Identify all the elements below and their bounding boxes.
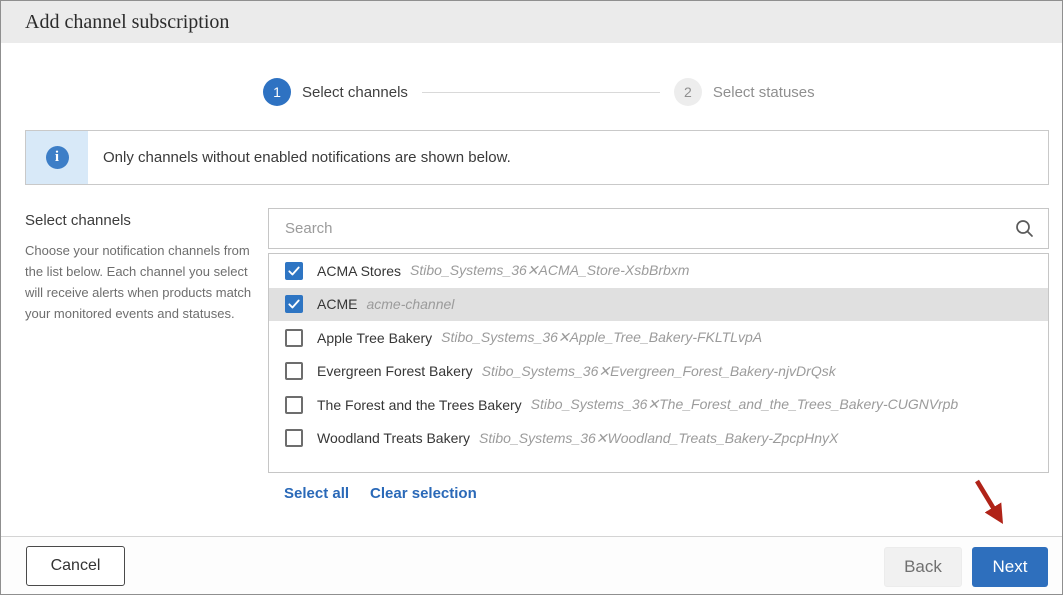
back-button[interactable]: Back bbox=[884, 547, 962, 587]
channel-checkbox[interactable] bbox=[285, 396, 303, 414]
select-all-link[interactable]: Select all bbox=[284, 485, 349, 502]
channel-name: ACMA Stores bbox=[317, 263, 401, 279]
channel-name: ACME bbox=[317, 296, 357, 312]
clear-selection-link[interactable]: Clear selection bbox=[370, 485, 477, 502]
step-1-label: Select channels bbox=[302, 84, 408, 101]
channel-name: Apple Tree Bakery bbox=[317, 330, 432, 346]
list-item[interactable]: Evergreen Forest Bakery Stibo_Systems_36✕… bbox=[269, 355, 1048, 389]
search-input[interactable] bbox=[269, 220, 1015, 237]
next-button[interactable]: Next bbox=[972, 547, 1048, 587]
list-actions: Select all Clear selection bbox=[284, 485, 477, 502]
list-item[interactable]: ACME acme-channel bbox=[269, 288, 1048, 322]
channel-name: Woodland Treats Bakery bbox=[317, 430, 470, 446]
channel-checkbox[interactable] bbox=[285, 262, 303, 280]
step-1-circle: 1 bbox=[263, 78, 291, 106]
channel-id: Stibo_Systems_36✕ACMA_Store-XsbBrbxm bbox=[410, 262, 689, 279]
sidebar-description: Choose your notification channels from t… bbox=[25, 240, 253, 324]
channel-name: The Forest and the Trees Bakery bbox=[317, 397, 522, 413]
list-item[interactable]: Woodland Treats Bakery Stibo_Systems_36✕W… bbox=[269, 422, 1048, 456]
sidebar: Select channels Choose your notification… bbox=[25, 212, 253, 324]
info-icon: i bbox=[46, 146, 69, 169]
list-item[interactable]: Apple Tree Bakery Stibo_Systems_36✕Apple_… bbox=[269, 321, 1048, 355]
info-banner: i Only channels without enabled notifica… bbox=[25, 130, 1049, 185]
channel-checkbox[interactable] bbox=[285, 429, 303, 447]
channel-checkbox[interactable] bbox=[285, 295, 303, 313]
channel-id: Stibo_Systems_36✕Apple_Tree_Bakery-FKLTL… bbox=[441, 329, 762, 346]
list-item[interactable]: The Forest and the Trees Bakery Stibo_Sys… bbox=[269, 388, 1048, 422]
channel-id: Stibo_Systems_36✕Woodland_Treats_Bakery-… bbox=[479, 430, 838, 447]
stepper-connector-line bbox=[422, 92, 660, 93]
sidebar-heading: Select channels bbox=[25, 212, 253, 229]
channel-id: Stibo_Systems_36✕Evergreen_Forest_Bakery… bbox=[482, 363, 836, 380]
dialog-title: Add channel subscription bbox=[1, 1, 1062, 43]
search-icon[interactable] bbox=[1015, 219, 1034, 238]
cancel-button[interactable]: Cancel bbox=[26, 546, 125, 586]
dialog-header: Add channel subscription bbox=[1, 1, 1062, 43]
channel-checkbox[interactable] bbox=[285, 329, 303, 347]
info-banner-text: Only channels without enabled notificati… bbox=[88, 131, 511, 184]
dialog-footer: Cancel Back Next bbox=[1, 536, 1062, 594]
search-box bbox=[268, 208, 1049, 249]
channel-id: Stibo_Systems_36✕The_Forest_and_the_Tree… bbox=[531, 396, 959, 413]
wizard-stepper: 1 Select channels 2 Select statuses bbox=[263, 78, 815, 106]
channel-name: Evergreen Forest Bakery bbox=[317, 363, 473, 379]
info-banner-icon-strip: i bbox=[26, 131, 88, 184]
add-channel-subscription-dialog: Add channel subscription 1 Select channe… bbox=[0, 0, 1063, 595]
channel-checkbox[interactable] bbox=[285, 362, 303, 380]
step-2-circle: 2 bbox=[674, 78, 702, 106]
step-2-label: Select statuses bbox=[713, 84, 815, 101]
list-item[interactable]: ACMA Stores Stibo_Systems_36✕ACMA_Store-X… bbox=[269, 254, 1048, 288]
channel-list: ACMA Stores Stibo_Systems_36✕ACMA_Store-X… bbox=[268, 253, 1049, 473]
channel-id: acme-channel bbox=[366, 296, 454, 312]
